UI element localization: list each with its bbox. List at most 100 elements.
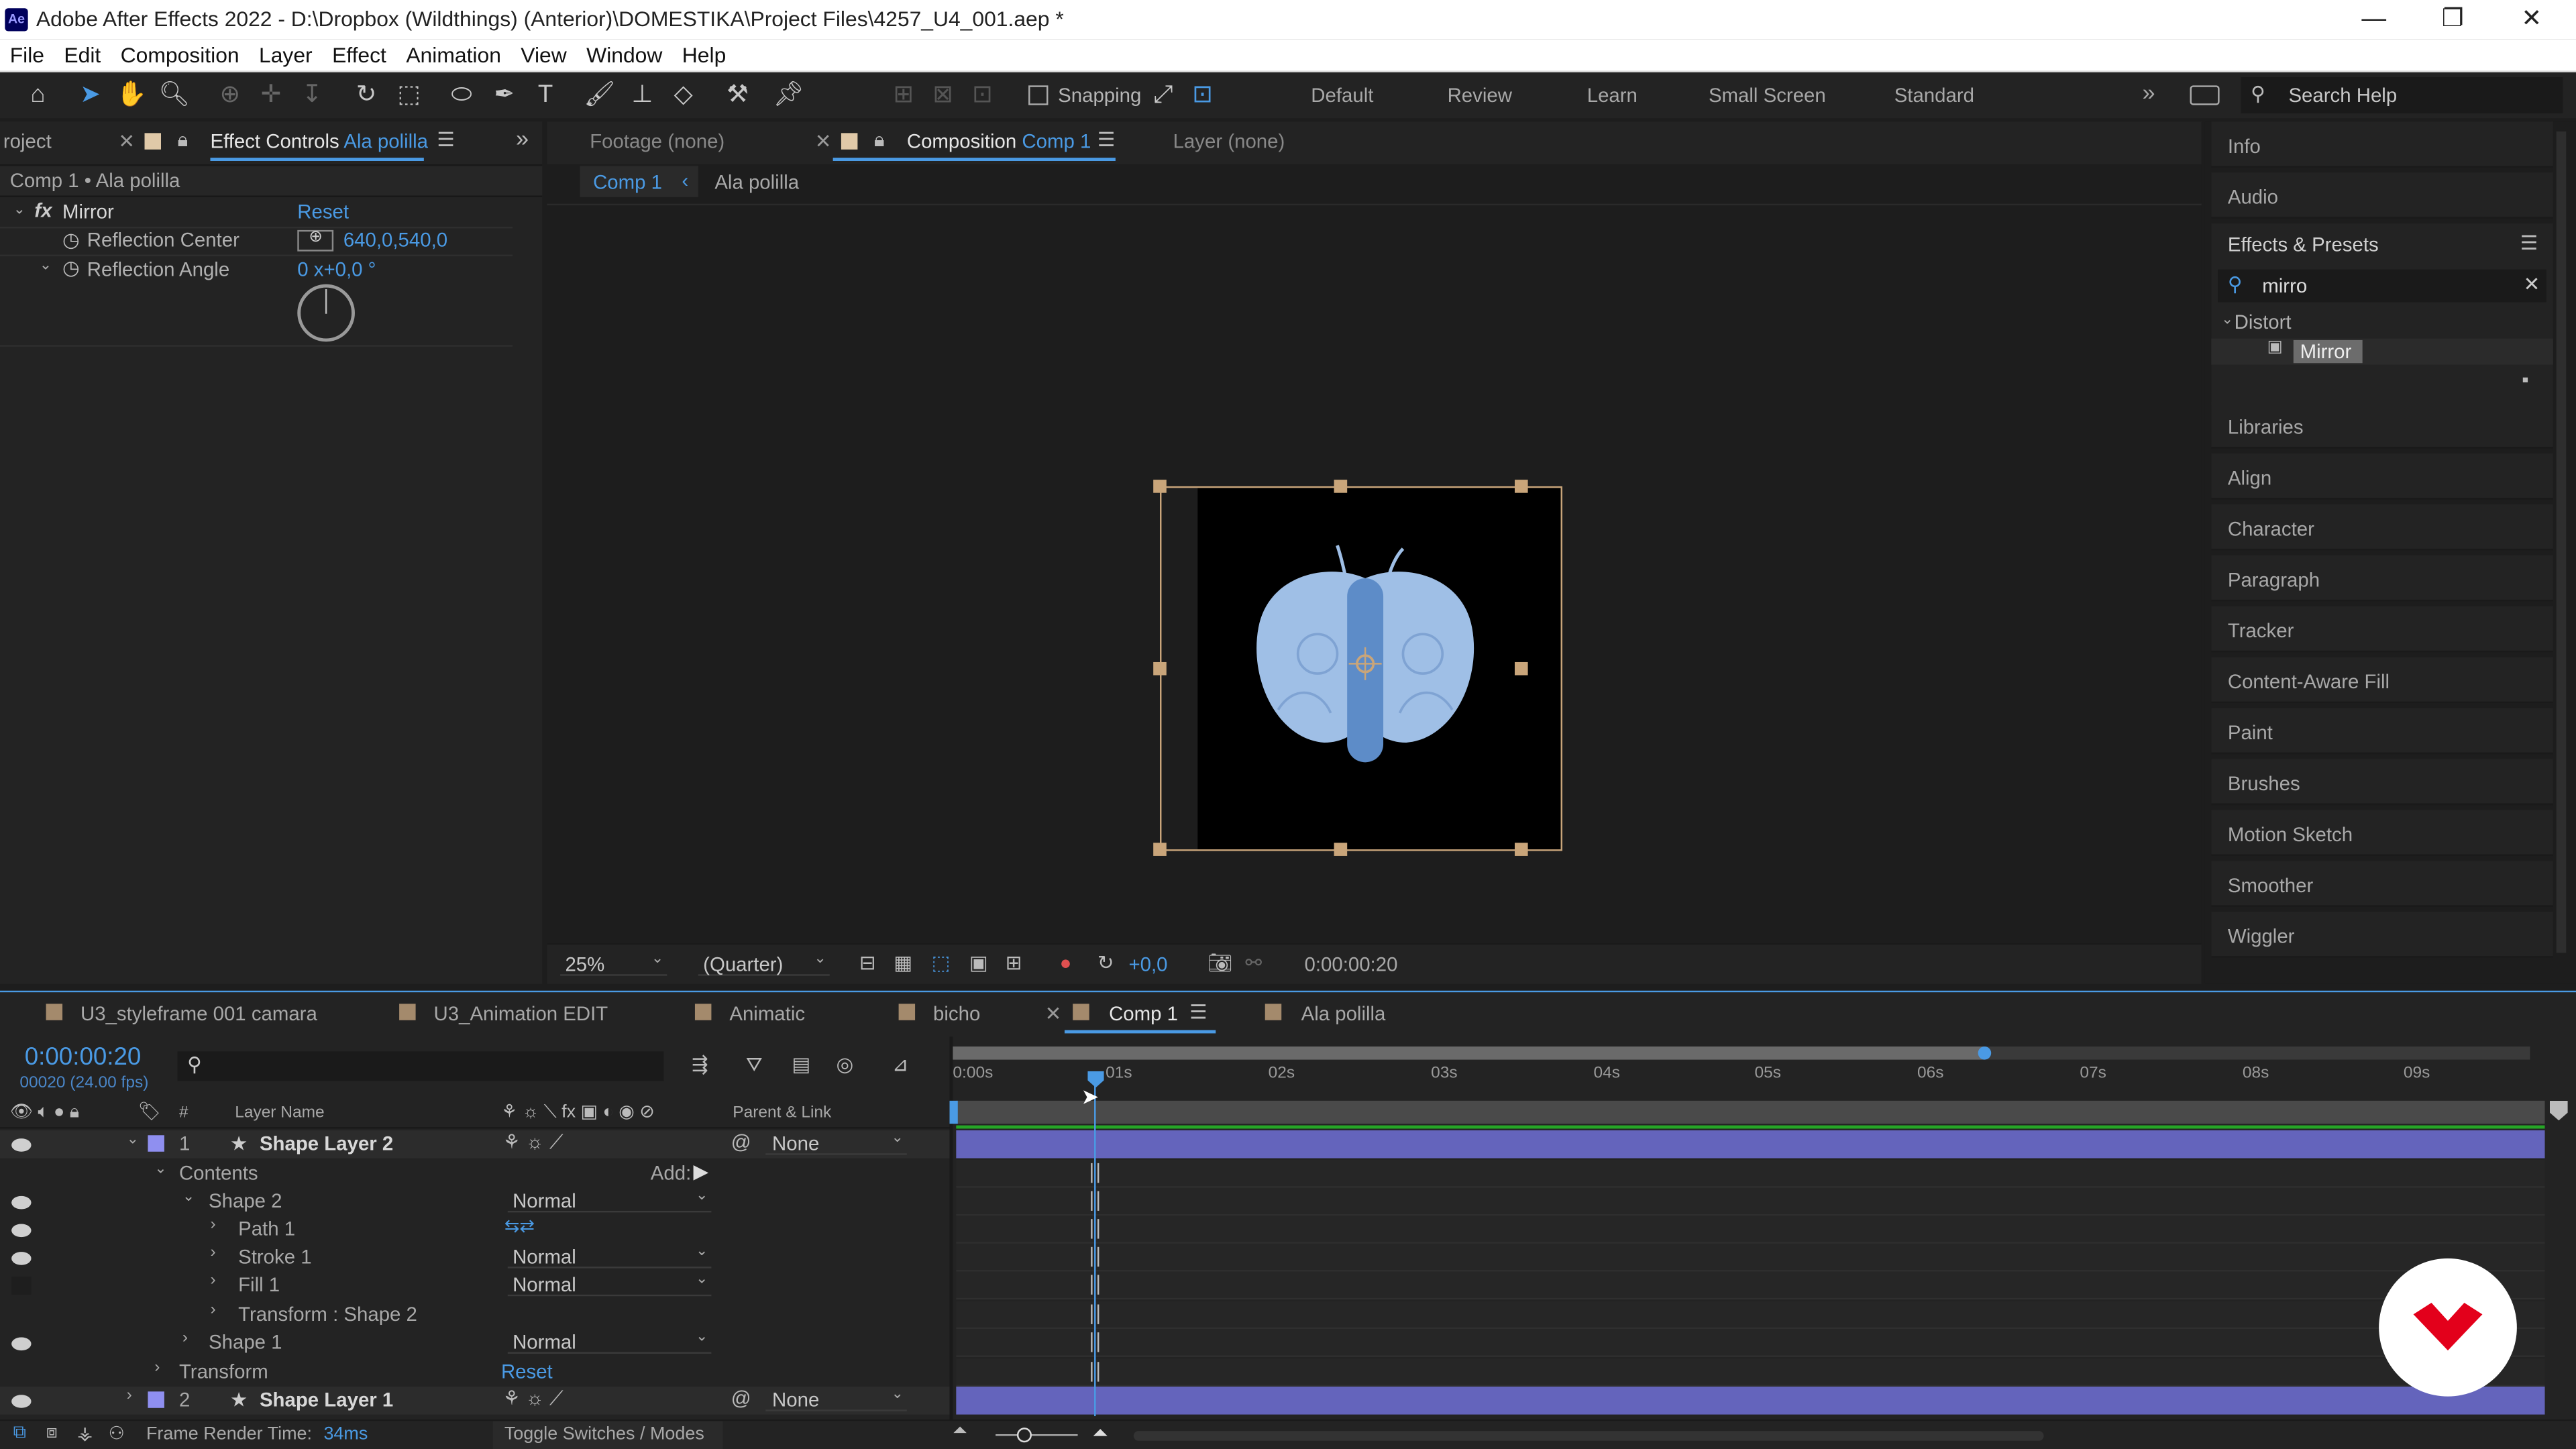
transparency-grid-icon[interactable]: ▦ <box>894 951 912 974</box>
lock-icon[interactable]: 🔒︎ <box>874 128 885 153</box>
zoom-slider[interactable] <box>996 1434 1078 1436</box>
pan-behind-tool-icon[interactable]: ⬚ <box>392 79 425 112</box>
search-help-field[interactable]: ⚲ Search Help <box>2241 77 2563 113</box>
grid-guides-icon[interactable]: ⊞ <box>1006 951 1022 974</box>
comp-mini-flowchart-icon[interactable]: ⇶ <box>692 1053 708 1076</box>
lock-icon[interactable]: 🔒︎ <box>177 128 188 153</box>
crosshair-icon[interactable]: ⊕ <box>297 228 334 252</box>
pen-tool-icon[interactable]: ✒ <box>488 79 521 112</box>
libraries-panel-header[interactable]: Libraries <box>2211 402 2553 449</box>
transform-row[interactable]: › Transform Reset <box>0 1358 950 1387</box>
chevron-down-icon[interactable]: ⌄ <box>13 201 25 219</box>
layer-2-bar[interactable] <box>956 1386 2545 1415</box>
zoom-in-icon[interactable]: ⏶ <box>1093 1421 1109 1446</box>
eye-icon[interactable] <box>11 1337 32 1351</box>
chevron-right-icon[interactable]: › <box>127 1387 132 1405</box>
handle-bottom-middle[interactable] <box>1334 843 1348 856</box>
new-bin-icon[interactable]: ▪ <box>2522 368 2528 391</box>
motion-blur-icon[interactable]: ◎ <box>837 1053 854 1076</box>
clear-search-icon[interactable]: ✕ <box>2524 273 2540 296</box>
align-panel-header[interactable]: Align <box>2211 453 2553 500</box>
chevron-right-icon[interactable]: › <box>210 1244 215 1262</box>
draft-3d-icon[interactable]: ⛛ <box>746 1053 763 1078</box>
eye-icon[interactable] <box>11 1395 32 1408</box>
local-axis-icon[interactable]: ⊞ <box>887 79 920 112</box>
handle-middle-right[interactable] <box>1514 661 1528 676</box>
panel-menu-icon[interactable]: ☰ <box>1097 128 1115 151</box>
puppet-pin-tool-icon[interactable]: 📌︎ <box>772 79 805 112</box>
paragraph-panel-header[interactable]: Paragraph <box>2211 555 2553 602</box>
transform-reset-link[interactable]: Reset <box>501 1360 553 1383</box>
layer-row-1[interactable]: ⌄ 1 ★ Shape Layer 2 ⚘ ☼ ⟋ @ None ⌄ <box>0 1128 950 1159</box>
resolution-dropdown[interactable]: (Quarter) ⌄ <box>698 950 830 976</box>
chevron-right-icon[interactable]: › <box>210 1301 215 1320</box>
workspace-standard[interactable]: Standard <box>1894 84 1974 107</box>
current-timecode[interactable]: 0:00:00:20 <box>25 1043 142 1071</box>
chevron-down-icon[interactable]: ⌄ <box>154 1160 166 1178</box>
shape1-row[interactable]: › Shape 1 Normal ⌄ <box>0 1328 950 1357</box>
layer-name-column[interactable]: Layer Name <box>235 1104 324 1122</box>
blend-mode-dropdown[interactable]: Normal ⌄ <box>507 1270 712 1297</box>
chevron-right-icon[interactable]: › <box>210 1216 215 1234</box>
chevron-right-icon[interactable]: › <box>154 1358 160 1377</box>
hand-tool-icon[interactable]: ✋ <box>115 79 148 112</box>
menu-edit[interactable]: Edit <box>54 40 111 71</box>
tab-footage[interactable]: Footage (none) <box>590 129 724 152</box>
av-features-icon[interactable]: 👁︎ 🔈︎ ● 🔒︎ <box>10 1101 79 1124</box>
tab-ala-polilla[interactable]: Ala polilla <box>1301 1002 1386 1025</box>
content-aware-fill-panel-header[interactable]: Content-Aware Fill <box>2211 657 2553 704</box>
handle-top-left[interactable] <box>1153 480 1167 493</box>
work-area-range[interactable] <box>956 1100 2545 1124</box>
workspace-learn[interactable]: Learn <box>1587 84 1638 107</box>
menu-effect[interactable]: Effect <box>322 40 396 71</box>
work-area-start[interactable] <box>949 1100 958 1124</box>
tab-comp1[interactable]: Comp 1 <box>1109 1002 1178 1025</box>
reset-exposure-icon[interactable]: ↻ <box>1097 951 1114 974</box>
tab-layer[interactable]: Layer (none) <box>1173 129 1285 152</box>
playhead-line[interactable] <box>1094 1084 1096 1417</box>
eye-icon[interactable] <box>11 1224 32 1238</box>
restore-button[interactable]: ❐ <box>2415 0 2491 40</box>
chevron-down-icon[interactable]: ⌄ <box>127 1130 139 1148</box>
eye-icon[interactable] <box>11 1138 32 1152</box>
pickwhip-icon[interactable]: @ <box>731 1387 751 1409</box>
exposure-value[interactable]: +0,0 <box>1128 953 1167 975</box>
rotation-tool-icon[interactable]: ↻ <box>350 79 383 112</box>
handle-bottom-left[interactable] <box>1153 843 1167 856</box>
clone-stamp-tool-icon[interactable]: ⊥ <box>626 79 659 112</box>
close-button[interactable]: ✕ <box>2494 0 2570 40</box>
home-icon[interactable]: ⌂ <box>21 79 54 112</box>
character-panel-header[interactable]: Character <box>2211 504 2553 551</box>
info-panel-header[interactable]: Info <box>2211 121 2553 168</box>
wiggler-panel-header[interactable]: Wiggler <box>2211 912 2553 958</box>
in-out-toggle-icon[interactable]: ⚶ <box>77 1423 93 1444</box>
tab-bicho[interactable]: bicho <box>933 1002 980 1025</box>
parent-dropdown[interactable]: None ⌄ <box>765 1128 907 1155</box>
fast-previews-icon[interactable]: ⊟ <box>859 951 876 974</box>
panel-menu-icon[interactable]: ☰ <box>437 128 454 151</box>
time-navigator[interactable] <box>953 1046 1985 1060</box>
layer-switches[interactable]: ⚘ ☼ ⟋ <box>502 1130 563 1155</box>
fill1-row[interactable]: › Fill 1 Normal ⌄ <box>0 1270 950 1300</box>
pickwhip-icon[interactable]: @ <box>731 1130 751 1153</box>
dolly-camera-icon[interactable]: ↧ <box>296 79 329 112</box>
show-snapshot-icon[interactable]: ⚯ <box>1245 951 1262 974</box>
paint-panel-header[interactable]: Paint <box>2211 708 2553 755</box>
fx-icon[interactable]: fx <box>34 199 52 221</box>
expand-panels-icon[interactable]: » <box>516 125 529 151</box>
path1-row[interactable]: › Path 1 ⇆⇄ <box>0 1216 950 1244</box>
contents-row[interactable]: ⌄ Contents Add: ▶ <box>0 1160 950 1188</box>
ellipse-tool-icon[interactable]: ⬭ <box>445 79 478 112</box>
menu-file[interactable]: File <box>0 40 54 71</box>
type-tool-icon[interactable]: T <box>529 79 562 112</box>
modes-toggle-icon[interactable]: ⧈ <box>46 1423 58 1444</box>
chevron-down-icon[interactable]: ⌄ <box>182 1188 195 1206</box>
world-axis-icon[interactable]: ⊠ <box>926 79 959 112</box>
snapshot-icon[interactable]: 📷︎ <box>1208 951 1232 974</box>
zoom-dropdown[interactable]: 25% ⌄ <box>560 950 667 976</box>
tab-u3-styleframe[interactable]: U3_styleframe 001 camara <box>80 1002 317 1025</box>
parent-dropdown[interactable]: None ⌄ <box>765 1385 907 1411</box>
viewer-timecode[interactable]: 0:00:00:20 <box>1305 953 1398 975</box>
mask-visibility-icon[interactable]: ⬚ <box>932 951 951 974</box>
reflection-center-value[interactable]: 640,0,540,0 <box>343 228 447 251</box>
